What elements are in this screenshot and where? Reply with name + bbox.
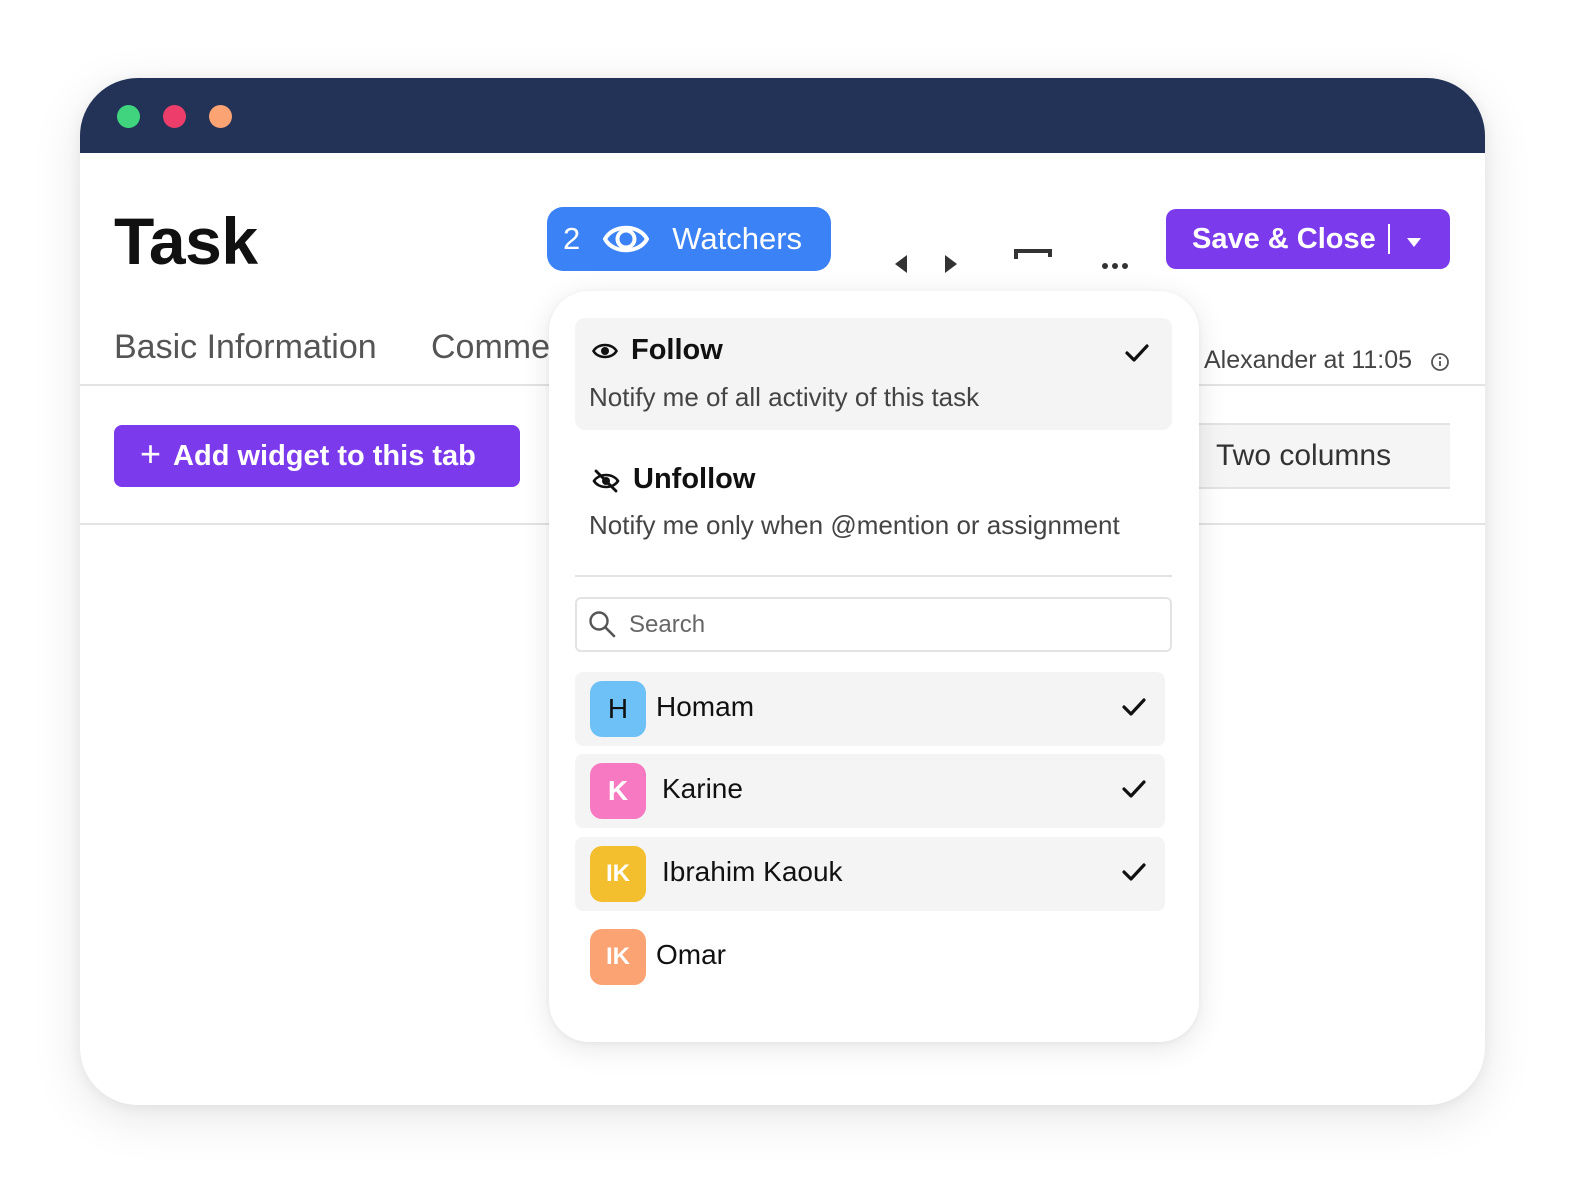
avatar: K xyxy=(590,763,646,819)
watcher-search xyxy=(575,597,1172,652)
watchers-button[interactable]: 2 Watchers xyxy=(547,207,831,271)
window-close-button[interactable] xyxy=(163,105,186,128)
user-row-ibrahim-kaouk[interactable]: IK Ibrahim Kaouk xyxy=(575,837,1165,911)
follow-option[interactable]: Follow Notify me of all activity of this… xyxy=(575,318,1172,430)
save-close-button[interactable]: Save & Close xyxy=(1166,209,1450,269)
check-icon xyxy=(1122,779,1146,804)
layout-selector[interactable]: Two columns xyxy=(1190,423,1450,489)
check-icon xyxy=(1125,343,1149,368)
follow-title: Follow xyxy=(631,334,723,366)
check-icon xyxy=(1122,697,1146,722)
title-bar xyxy=(80,78,1485,153)
window-zoom-button[interactable] xyxy=(117,105,140,128)
watchers-dropdown: Follow Notify me of all activity of this… xyxy=(549,291,1199,1042)
panel-icon[interactable] xyxy=(1014,247,1052,266)
user-name: Karine xyxy=(662,773,743,804)
search-input[interactable] xyxy=(627,607,1151,643)
layout-selector-value: Two columns xyxy=(1216,439,1392,472)
unfollow-option[interactable]: Unfollow Notify me only when @mention or… xyxy=(575,446,1172,558)
user-row-karine[interactable]: K Karine xyxy=(575,754,1165,828)
last-updated-text: Alexander at 11:05 xyxy=(1204,346,1413,374)
avatar: IK xyxy=(590,929,646,985)
plus-icon: + xyxy=(140,433,162,474)
user-row-homam[interactable]: H Homam xyxy=(575,672,1165,746)
unfollow-title: Unfollow xyxy=(633,463,756,495)
eye-icon xyxy=(602,219,650,264)
user-row-omar[interactable]: IK Omar xyxy=(575,920,1165,994)
search-icon xyxy=(588,610,616,643)
user-name: Ibrahim Kaouk xyxy=(662,856,843,887)
info-icon[interactable] xyxy=(1430,352,1450,377)
menu-divider xyxy=(575,575,1172,577)
user-name: Omar xyxy=(656,939,726,970)
prev-arrow-icon[interactable] xyxy=(892,254,910,279)
check-icon xyxy=(1122,862,1146,887)
tab-basic-information[interactable]: Basic Information xyxy=(114,328,377,367)
more-options-icon[interactable] xyxy=(1101,258,1129,276)
add-widget-label: Add widget to this tab xyxy=(173,439,476,472)
chevron-down-icon[interactable] xyxy=(1406,223,1422,256)
tab-comments[interactable]: Comments xyxy=(431,328,561,367)
watchers-label: Watchers xyxy=(672,221,803,256)
avatar: IK xyxy=(590,846,646,902)
user-name: Homam xyxy=(656,691,755,722)
follow-description: Notify me of all activity of this task xyxy=(589,382,980,412)
eye-off-icon xyxy=(592,469,620,498)
button-divider xyxy=(1387,224,1390,254)
save-close-label: Save & Close xyxy=(1192,222,1376,255)
eye-icon xyxy=(592,341,618,366)
page-title: Task xyxy=(114,204,258,278)
unfollow-description: Notify me only when @mention or assignme… xyxy=(589,510,1120,540)
add-widget-button[interactable]: + Add widget to this tab xyxy=(114,425,520,487)
next-arrow-icon[interactable] xyxy=(942,254,960,279)
window-minimize-button[interactable] xyxy=(209,105,232,128)
avatar: H xyxy=(590,681,646,737)
watchers-count: 2 xyxy=(563,221,581,256)
